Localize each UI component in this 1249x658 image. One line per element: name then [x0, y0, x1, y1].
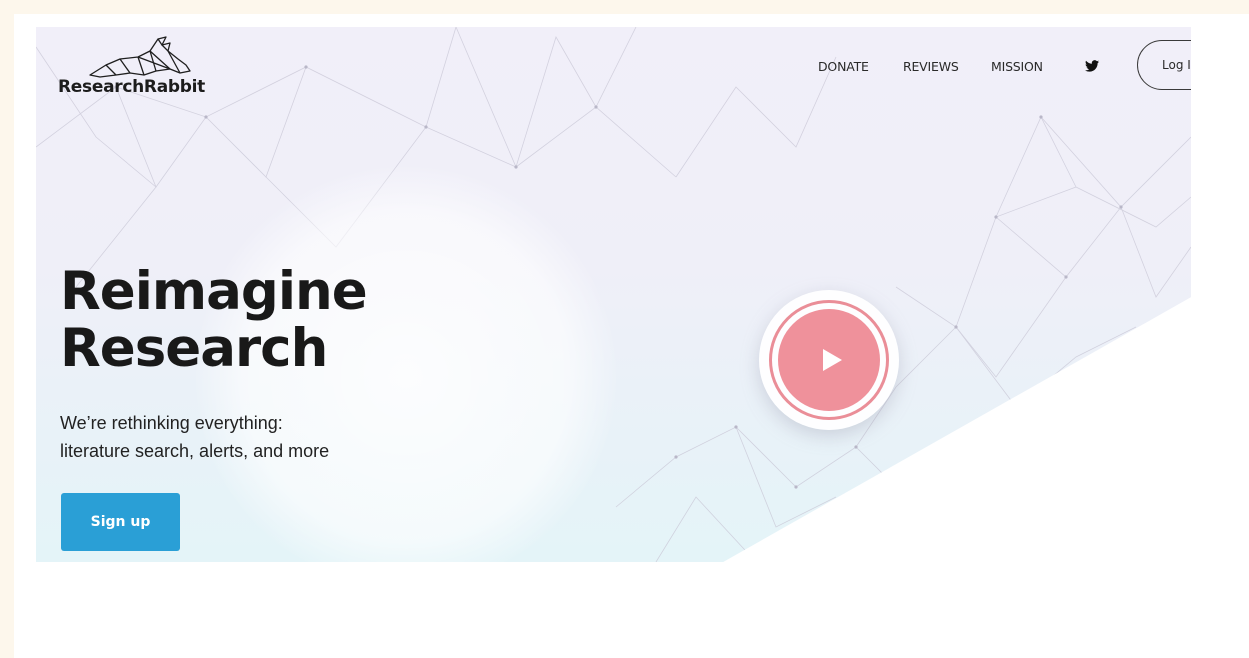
nav-mission[interactable]: MISSION: [991, 59, 1043, 74]
nav-donate[interactable]: DONATE: [818, 59, 869, 74]
brand-name: ResearchRabbit: [58, 77, 205, 97]
nav-reviews[interactable]: REVIEWS: [903, 59, 959, 74]
subtext-line-2: literature search, alerts, and more: [60, 441, 330, 461]
rabbit-logo-icon: [89, 36, 191, 78]
hero-subtext: We’re rethinking everything: literature …: [60, 409, 329, 465]
brand-logo[interactable]: ResearchRabbit: [58, 35, 228, 101]
play-icon: [823, 349, 842, 371]
subtext-line-1: We’re rethinking everything:: [60, 413, 283, 433]
page: ResearchRabbit DONATE REVIEWS MISSION Lo…: [0, 0, 1249, 658]
hero-headline: Reimagine Research: [60, 261, 368, 379]
signup-button[interactable]: Sign up: [61, 493, 180, 551]
login-button[interactable]: Log I: [1137, 40, 1191, 90]
headline-line-1: Reimagine: [60, 261, 368, 322]
play-video-button[interactable]: [759, 290, 899, 430]
headline-line-2: Research: [60, 318, 328, 379]
twitter-icon[interactable]: [1085, 60, 1099, 72]
